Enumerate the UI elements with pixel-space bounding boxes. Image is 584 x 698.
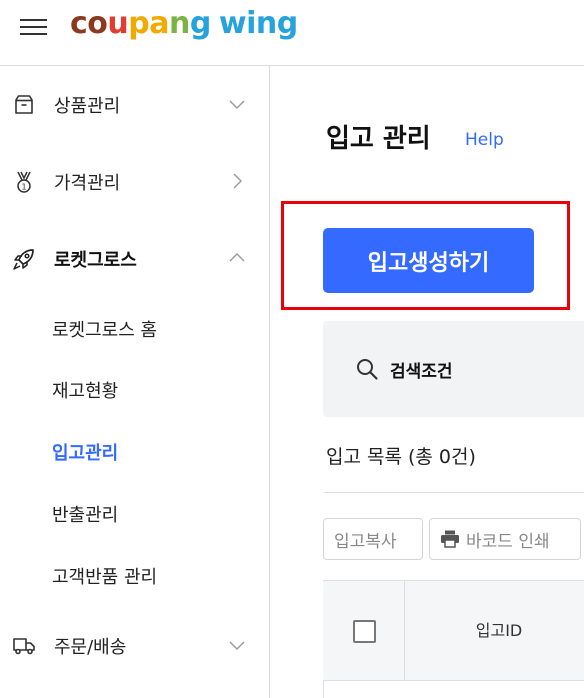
printer-icon: [441, 530, 459, 548]
sidebar-item-product-management[interactable]: 상품관리: [0, 74, 269, 134]
sidebar-subitem-inventory-status[interactable]: 재고현황: [52, 377, 118, 403]
sidebar-item-price-management[interactable]: 1 가격관리: [0, 151, 269, 211]
inbound-list-title: 입고 목록 (총 0건): [326, 446, 476, 468]
svg-text:1: 1: [21, 183, 26, 192]
box-icon: [15, 95, 33, 114]
select-all-cell: [323, 581, 405, 681]
select-all-checkbox[interactable]: [353, 620, 376, 643]
search-conditions-label: 검색조건: [390, 362, 453, 382]
copy-inbound-button[interactable]: 입고복사: [323, 518, 423, 560]
print-barcode-button[interactable]: 바코드 인쇄: [429, 518, 581, 560]
sidebar-item-label: 주문/배송: [54, 637, 127, 658]
chevron-right-icon[interactable]: [229, 173, 245, 189]
page-title: 입고 관리: [326, 124, 431, 154]
coupang-wing-logo[interactable]: coupang wing: [70, 4, 298, 44]
top-bar: coupang wing: [0, 0, 584, 66]
truck-icon: [13, 638, 35, 655]
chevron-up-icon[interactable]: [229, 250, 245, 266]
search-conditions-panel[interactable]: 검색조건: [323, 321, 584, 417]
sidebar-subitem-customer-returns[interactable]: 고객반품 관리: [52, 563, 157, 589]
inbound-table: 입고ID: [323, 580, 584, 698]
copy-inbound-label: 입고복사: [334, 531, 397, 552]
sidebar-item-label: 상품관리: [54, 96, 121, 117]
sidebar-item-rocket-growth[interactable]: 로켓그로스: [0, 228, 269, 288]
table-row: [323, 681, 584, 698]
chevron-down-icon[interactable]: [229, 637, 245, 653]
sidebar-subitem-rocket-growth-home[interactable]: 로켓그로스 홈: [52, 316, 157, 342]
main-content: 입고 관리 Help 입고생성하기 검색조건 입고 목록 (총 0건) 입고복사…: [270, 66, 584, 698]
column-header-inbound-id[interactable]: 입고ID: [405, 581, 584, 681]
rocket-icon: [13, 249, 34, 270]
divider: [323, 492, 584, 493]
sidebar-subitem-inbound-management[interactable]: 입고관리: [52, 439, 118, 465]
create-inbound-button[interactable]: 입고생성하기: [323, 228, 534, 293]
chevron-down-icon[interactable]: [229, 96, 245, 112]
help-link[interactable]: Help: [465, 130, 504, 150]
sidebar-subitem-outbound-management[interactable]: 반출관리: [52, 501, 118, 527]
print-barcode-label: 바코드 인쇄: [466, 531, 550, 552]
sidebar-item-label: 로켓그로스: [54, 250, 137, 271]
sidebar: 상품관리 1 가격관리 로켓그로스 로켓그로스 홈 재고현황 입고관리 반출관리…: [0, 66, 270, 698]
table-header: 입고ID: [323, 580, 584, 681]
sidebar-item-orders-shipping[interactable]: 주문/배송: [0, 615, 269, 675]
search-icon: [357, 359, 378, 380]
hamburger-menu-icon[interactable]: [20, 16, 48, 38]
sidebar-item-label: 가격관리: [54, 173, 121, 194]
medal-icon: 1: [17, 171, 31, 193]
